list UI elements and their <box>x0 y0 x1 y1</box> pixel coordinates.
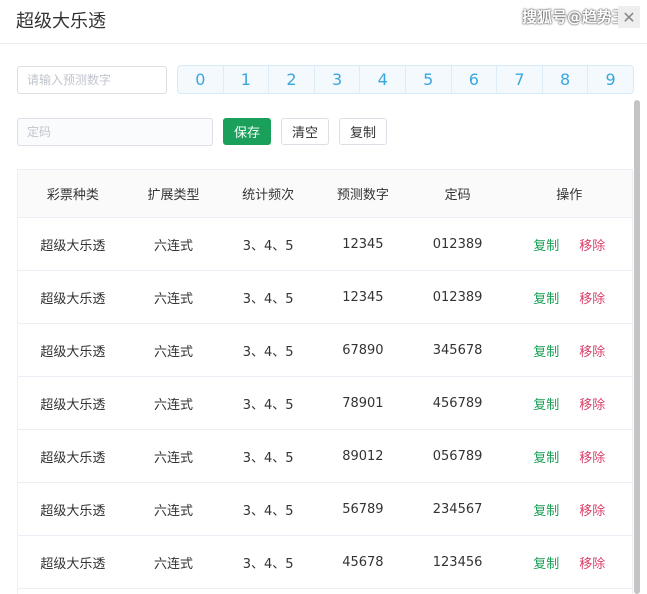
cell-extension-type: 六连式 <box>153 556 193 572</box>
digit-picker: 0123456789 <box>177 65 634 94</box>
cell-frequency: 3、4、5 <box>242 397 294 413</box>
prediction-table: 彩票种类 扩展类型 统计频次 预测数字 定码 操作 超级大乐透 六连式 3、4、5 1… <box>17 169 633 594</box>
cell-code: 123456 <box>432 554 483 570</box>
row-copy-link[interactable]: 复制 <box>533 288 559 307</box>
cell-actions: 复制 移除 <box>506 394 632 413</box>
cell-code: 345678 <box>432 342 483 358</box>
cell-frequency: 3、4、5 <box>242 556 294 572</box>
digit-button-2[interactable]: 2 <box>269 66 315 93</box>
table-row: 超级大乐透 六连式 3、4、5 12345 012389 复制 移除 <box>18 271 632 324</box>
cell-actions: 复制 移除 <box>506 553 632 572</box>
digit-button-1[interactable]: 1 <box>224 66 270 93</box>
cell-lottery-type: 超级大乐透 <box>40 556 106 572</box>
save-button[interactable]: 保存 <box>223 118 271 145</box>
digit-button-4[interactable]: 4 <box>360 66 406 93</box>
digit-button-6[interactable]: 6 <box>452 66 498 93</box>
cell-code: 456789 <box>432 395 483 411</box>
copy-button[interactable]: 复制 <box>339 118 387 145</box>
cell-lottery-type: 超级大乐透 <box>40 344 106 360</box>
row-remove-link[interactable]: 移除 <box>579 447 605 466</box>
cell-actions: 复制 移除 <box>506 288 632 307</box>
row-remove-link[interactable]: 移除 <box>579 500 605 519</box>
digit-button-3[interactable]: 3 <box>315 66 361 93</box>
cell-predict-number: 12345 <box>342 236 384 252</box>
cell-lottery-type: 超级大乐透 <box>40 397 106 413</box>
table-row: 超级大乐透 六连式 3、4、5 45678 123456 复制 移除 <box>18 536 632 589</box>
digit-button-5[interactable]: 5 <box>406 66 452 93</box>
table-row: 超级大乐透 六连式 3、4、5 78901 456789 复制 移除 <box>18 377 632 430</box>
cell-lottery-type: 超级大乐透 <box>40 450 106 466</box>
cell-extension-type: 六连式 <box>153 344 193 360</box>
header-predict-number: 预测数字 <box>336 188 389 203</box>
header-actions: 操作 <box>556 188 583 203</box>
table-row: 超级大乐透 六连式 3、4、5 67890 345678 复制 移除 <box>18 324 632 377</box>
cell-predict-number: 78901 <box>342 395 384 411</box>
table-row: 超级大乐透 六连式 3、4、5 89012 056789 复制 移除 <box>18 430 632 483</box>
cell-code: 012389 <box>432 289 483 305</box>
digit-button-9[interactable]: 9 <box>588 66 633 93</box>
digit-button-7[interactable]: 7 <box>497 66 543 93</box>
header-lottery-type: 彩票种类 <box>46 188 99 203</box>
row-copy-link[interactable]: 复制 <box>533 553 559 572</box>
header-extension-type: 扩展类型 <box>147 188 200 203</box>
cell-actions: 复制 移除 <box>506 341 632 360</box>
cell-code: 056789 <box>432 448 483 464</box>
dialog-header: 超级大乐透 搜狐号@趋势王 ✕ <box>0 0 647 44</box>
cell-predict-number: 45678 <box>342 554 384 570</box>
cell-predict-number: 12345 <box>342 289 384 305</box>
cell-extension-type: 六连式 <box>153 291 193 307</box>
cell-frequency: 3、4、5 <box>242 503 294 519</box>
cell-extension-type: 六连式 <box>153 397 193 413</box>
clear-button[interactable]: 清空 <box>281 118 329 145</box>
cell-frequency: 3、4、5 <box>242 450 294 466</box>
cell-frequency: 3、4、5 <box>242 344 294 360</box>
table-row: 超级大乐透 六连式 3、4、5 56789 234567 复制 移除 <box>18 483 632 536</box>
row-remove-link[interactable]: 移除 <box>579 394 605 413</box>
cell-lottery-type: 超级大乐透 <box>40 238 106 254</box>
cell-frequency: 3、4、5 <box>242 238 294 254</box>
dialog-title: 超级大乐透 <box>16 11 106 32</box>
predict-number-input[interactable] <box>17 66 167 94</box>
row-copy-link[interactable]: 复制 <box>533 341 559 360</box>
cell-predict-number: 89012 <box>342 448 384 464</box>
table-row: 超级大乐透 六连式 3、4、5 12345 012389 复制 移除 <box>18 218 632 271</box>
scrollbar[interactable] <box>634 100 640 594</box>
digit-button-0[interactable]: 0 <box>178 66 224 93</box>
cell-lottery-type: 超级大乐透 <box>40 291 106 307</box>
cell-extension-type: 六连式 <box>153 503 193 519</box>
cell-code: 012389 <box>432 236 483 252</box>
cell-lottery-type: 超级大乐透 <box>40 503 106 519</box>
cell-predict-number: 56789 <box>342 501 384 517</box>
row-copy-link[interactable]: 复制 <box>533 235 559 254</box>
cell-extension-type: 六连式 <box>153 450 193 466</box>
cell-frequency: 3、4、5 <box>242 291 294 307</box>
cell-code: 234567 <box>432 501 483 517</box>
cell-actions: 复制 移除 <box>506 447 632 466</box>
close-icon[interactable]: ✕ <box>618 6 640 28</box>
cell-predict-number: 67890 <box>342 342 384 358</box>
row-copy-link[interactable]: 复制 <box>533 394 559 413</box>
row-copy-link[interactable]: 复制 <box>533 500 559 519</box>
row-remove-link[interactable]: 移除 <box>579 553 605 572</box>
code-input[interactable] <box>17 118 213 146</box>
row-remove-link[interactable]: 移除 <box>579 288 605 307</box>
watermark: 搜狐号@趋势王 <box>522 8 628 26</box>
cell-extension-type: 六连式 <box>153 238 193 254</box>
row-remove-link[interactable]: 移除 <box>579 235 605 254</box>
digit-button-8[interactable]: 8 <box>543 66 589 93</box>
cell-actions: 复制 移除 <box>506 500 632 519</box>
header-code: 定码 <box>444 188 471 203</box>
header-frequency: 统计频次 <box>242 188 295 203</box>
row-copy-link[interactable]: 复制 <box>533 447 559 466</box>
cell-actions: 复制 移除 <box>506 235 632 254</box>
table-header: 彩票种类 扩展类型 统计频次 预测数字 定码 操作 <box>18 170 632 218</box>
table-body: 超级大乐透 六连式 3、4、5 12345 012389 复制 移除 超级大乐透 六连式 3、4、… <box>18 218 632 589</box>
row-remove-link[interactable]: 移除 <box>579 341 605 360</box>
